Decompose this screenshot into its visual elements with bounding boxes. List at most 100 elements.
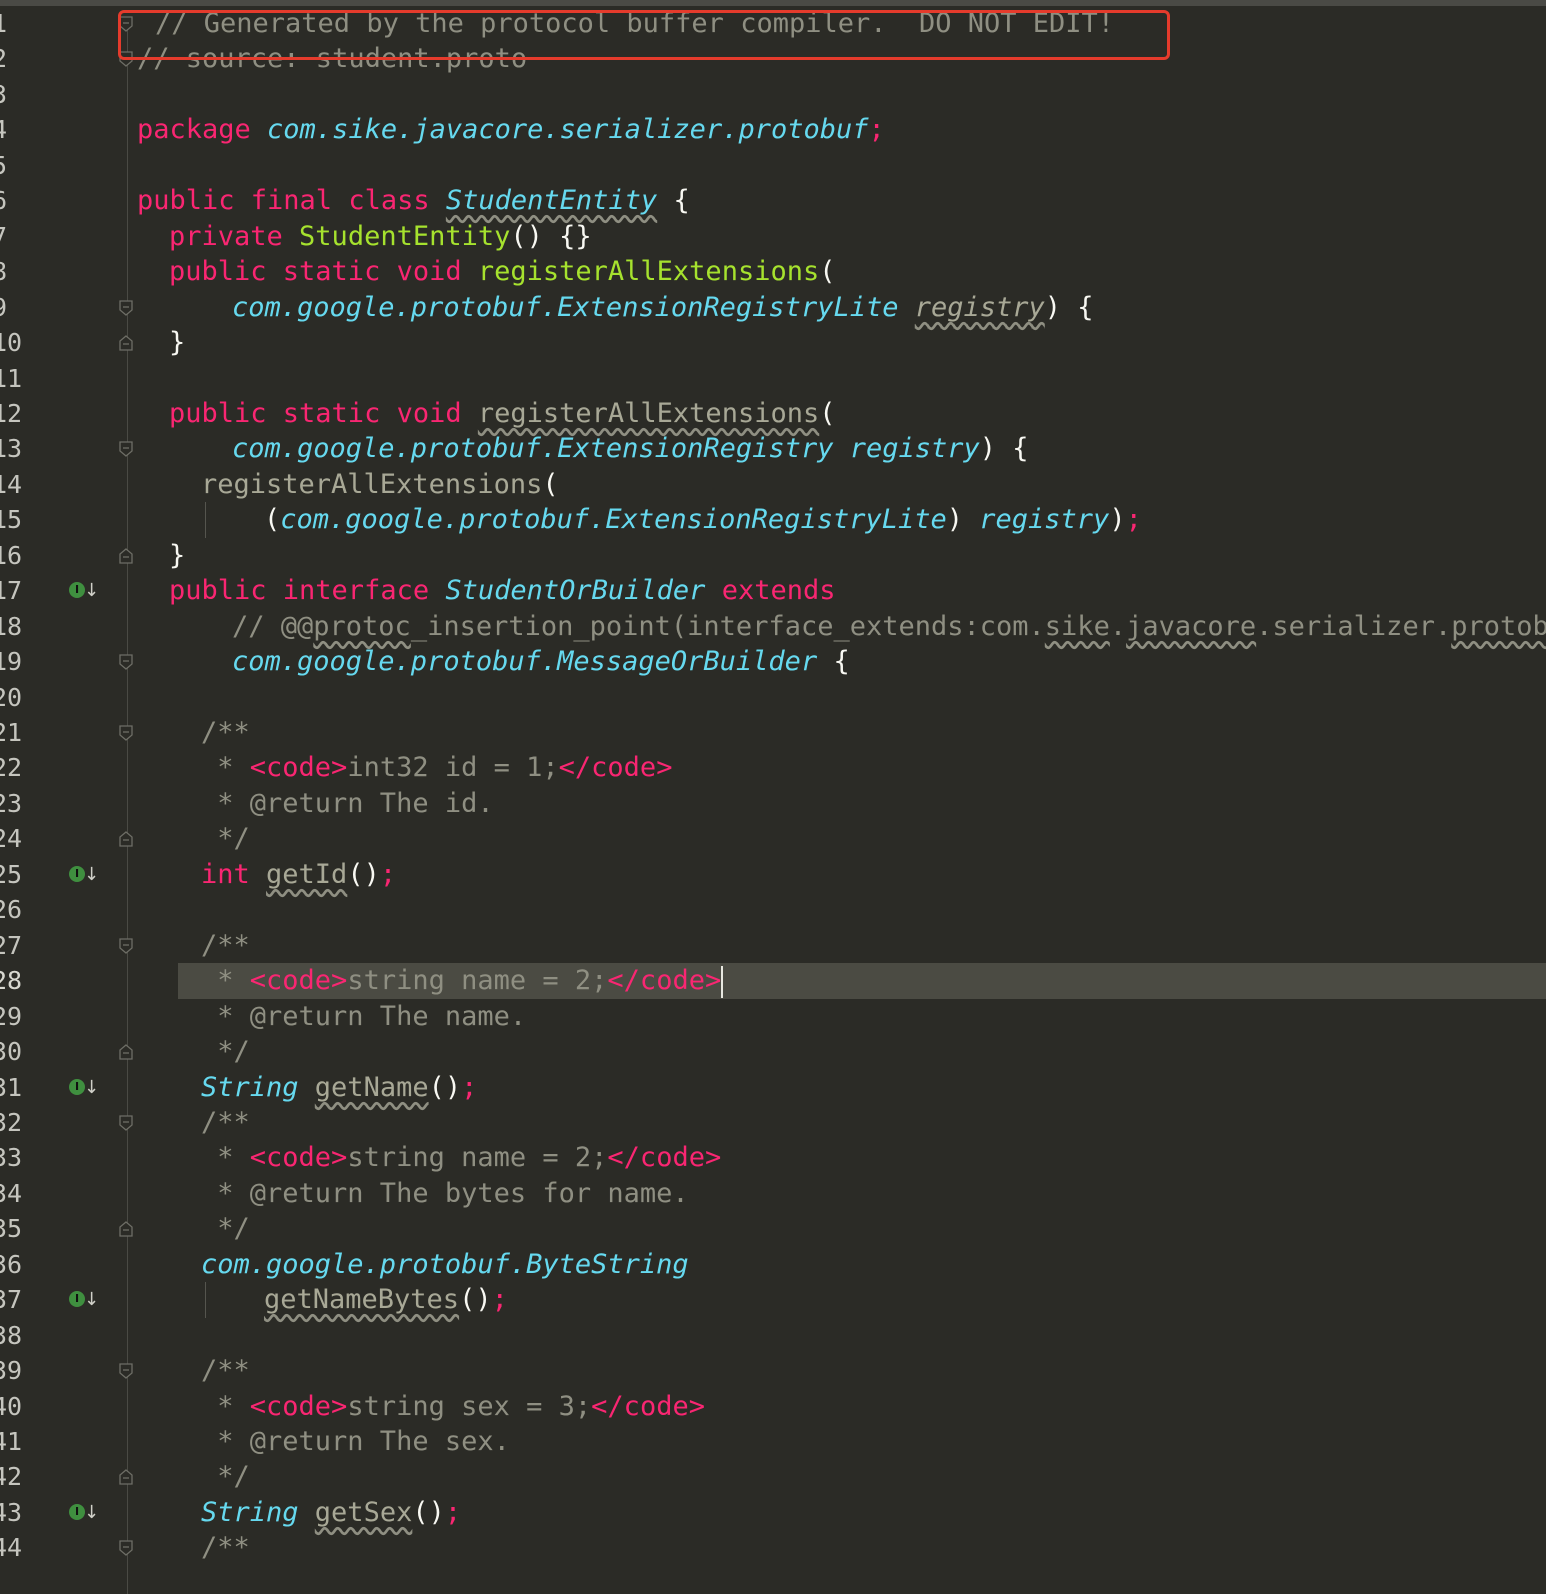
code-line[interactable]: 6 public final class StudentEntity { bbox=[0, 183, 1546, 219]
code-text[interactable]: registerAllExtensions( bbox=[201, 467, 559, 503]
line-number[interactable]: 19 bbox=[0, 644, 32, 680]
line-number[interactable]: 27 bbox=[0, 928, 32, 964]
line-number[interactable]: 37 bbox=[0, 1282, 32, 1318]
line-number[interactable]: 23 bbox=[0, 786, 32, 822]
fold-open-icon[interactable] bbox=[119, 654, 133, 670]
line-number[interactable]: 40 bbox=[0, 1389, 32, 1425]
line-number[interactable]: 22 bbox=[0, 750, 32, 786]
code-line[interactable]: 37 I↓ getNameBytes(); bbox=[0, 1282, 1546, 1318]
fold-open-icon[interactable] bbox=[119, 1115, 133, 1131]
line-number[interactable]: 3 bbox=[0, 77, 32, 113]
code-text[interactable]: /** bbox=[201, 1530, 250, 1566]
fold-open-icon[interactable] bbox=[119, 1363, 133, 1379]
code-line[interactable]: 16} bbox=[0, 538, 1546, 574]
code-line[interactable]: 39 /** bbox=[0, 1353, 1546, 1389]
code-text[interactable]: * <code>string sex = 3;</code> bbox=[201, 1389, 705, 1425]
line-number[interactable]: 24 bbox=[0, 821, 32, 857]
code-text[interactable]: * @return The id. bbox=[201, 786, 493, 822]
line-number[interactable]: 12 bbox=[0, 396, 32, 432]
code-text[interactable]: getNameBytes(); bbox=[264, 1282, 508, 1318]
line-number[interactable]: 43 bbox=[0, 1495, 32, 1531]
code-line[interactable]: 40 * <code>string sex = 3;</code> bbox=[0, 1389, 1546, 1425]
code-text[interactable]: */ bbox=[201, 1034, 250, 1070]
fold-close-icon[interactable] bbox=[119, 1044, 133, 1060]
fold-close-icon[interactable] bbox=[119, 548, 133, 564]
line-number[interactable]: 10 bbox=[0, 325, 32, 361]
line-number[interactable]: 36 bbox=[0, 1247, 32, 1283]
line-number[interactable]: 5 bbox=[0, 148, 32, 184]
code-text[interactable]: */ bbox=[201, 1459, 250, 1495]
code-line[interactable]: 19 com.google.protobuf.MessageOrBuilder { bbox=[0, 644, 1546, 680]
code-line[interactable]: 9 com.google.protobuf.ExtensionRegistryLi… bbox=[0, 290, 1546, 326]
code-text[interactable]: * <code>string name = 2;</code> bbox=[201, 963, 724, 999]
code-text[interactable]: * <code>string name = 2;</code> bbox=[201, 1140, 721, 1176]
code-line[interactable]: 25 I↓ int getId(); bbox=[0, 857, 1546, 893]
code-text[interactable]: * @return The name. bbox=[201, 999, 526, 1035]
code-line[interactable]: 7 private StudentEntity() {} bbox=[0, 219, 1546, 255]
code-text[interactable]: */ bbox=[201, 821, 250, 857]
code-line[interactable]: 13 com.google.protobuf.ExtensionRegistry … bbox=[0, 431, 1546, 467]
line-number[interactable]: 35 bbox=[0, 1211, 32, 1247]
line-number[interactable]: 28 bbox=[0, 963, 32, 999]
code-line[interactable]: 12 public static void registerAllExtensio… bbox=[0, 396, 1546, 432]
fold-close-icon[interactable] bbox=[119, 335, 133, 351]
line-number[interactable]: 20 bbox=[0, 680, 32, 716]
code-line[interactable]: 5 bbox=[0, 148, 1546, 184]
line-number[interactable]: 1 bbox=[0, 6, 32, 42]
code-line[interactable]: 23 * @return The id. bbox=[0, 786, 1546, 822]
code-line[interactable]: 28 * <code>string name = 2;</code> bbox=[0, 963, 1546, 999]
line-number[interactable]: 42 bbox=[0, 1459, 32, 1495]
code-line[interactable]: 21 /** bbox=[0, 715, 1546, 751]
fold-open-icon[interactable] bbox=[119, 300, 133, 316]
fold-open-icon[interactable] bbox=[119, 938, 133, 954]
code-text[interactable]: public interface StudentOrBuilder extend… bbox=[169, 573, 835, 609]
code-text[interactable]: public static void registerAllExtensions… bbox=[169, 254, 836, 290]
line-number[interactable]: 2 bbox=[0, 41, 32, 77]
line-number[interactable]: 9 bbox=[0, 290, 32, 326]
line-number[interactable]: 16 bbox=[0, 538, 32, 574]
line-number[interactable]: 21 bbox=[0, 715, 32, 751]
implemented-gutter-icon[interactable]: I ↓ bbox=[69, 580, 99, 602]
code-line[interactable]: 3 bbox=[0, 77, 1546, 113]
fold-open-icon[interactable] bbox=[119, 1540, 133, 1556]
line-number[interactable]: 31 bbox=[0, 1070, 32, 1106]
line-number[interactable]: 26 bbox=[0, 892, 32, 928]
code-text[interactable]: * <code>int32 id = 1;</code> bbox=[201, 750, 672, 786]
fold-close-icon[interactable] bbox=[119, 1221, 133, 1237]
implemented-gutter-icon[interactable]: I ↓ bbox=[69, 1077, 99, 1099]
code-line[interactable]: 35 */ bbox=[0, 1211, 1546, 1247]
line-number[interactable]: 11 bbox=[0, 361, 32, 397]
line-number[interactable]: 29 bbox=[0, 999, 32, 1035]
code-line[interactable]: 14 registerAllExtensions( bbox=[0, 467, 1546, 503]
code-text[interactable]: private StudentEntity() {} bbox=[169, 219, 592, 255]
fold-open-icon[interactable] bbox=[119, 725, 133, 741]
code-text[interactable]: com.google.protobuf.ExtensionRegistry re… bbox=[232, 431, 1029, 467]
code-line[interactable]: 42 */ bbox=[0, 1459, 1546, 1495]
line-number[interactable]: 18 bbox=[0, 609, 32, 645]
implemented-gutter-icon[interactable]: I ↓ bbox=[69, 1289, 99, 1311]
code-line[interactable]: 20 bbox=[0, 680, 1546, 716]
line-number[interactable]: 14 bbox=[0, 467, 32, 503]
code-line[interactable]: 8 public static void registerAllExtension… bbox=[0, 254, 1546, 290]
line-number[interactable]: 7 bbox=[0, 219, 32, 255]
line-number[interactable]: 25 bbox=[0, 857, 32, 893]
code-text[interactable]: String getSex(); bbox=[201, 1495, 461, 1531]
line-number[interactable]: 41 bbox=[0, 1424, 32, 1460]
code-line[interactable]: 26 bbox=[0, 892, 1546, 928]
fold-close-icon[interactable] bbox=[119, 1469, 133, 1485]
line-number[interactable]: 44 bbox=[0, 1530, 32, 1566]
code-line[interactable]: 41 * @return The sex. bbox=[0, 1424, 1546, 1460]
code-line[interactable]: 31 I↓ String getName(); bbox=[0, 1070, 1546, 1106]
code-text[interactable]: (com.google.protobuf.ExtensionRegistryLi… bbox=[264, 502, 1142, 538]
code-text[interactable]: int getId(); bbox=[201, 857, 396, 893]
line-number[interactable]: 32 bbox=[0, 1105, 32, 1141]
line-number[interactable]: 17 bbox=[0, 573, 32, 609]
code-line[interactable]: 10} bbox=[0, 325, 1546, 361]
line-number[interactable]: 38 bbox=[0, 1318, 32, 1354]
line-number[interactable]: 4 bbox=[0, 112, 32, 148]
code-text[interactable]: * @return The bytes for name. bbox=[201, 1176, 688, 1212]
code-line[interactable]: 43 I↓ String getSex(); bbox=[0, 1495, 1546, 1531]
code-line[interactable]: 32 /** bbox=[0, 1105, 1546, 1141]
code-text[interactable]: */ bbox=[201, 1211, 250, 1247]
code-line[interactable]: 18 // @@protoc_insertion_point(interface_… bbox=[0, 609, 1546, 645]
